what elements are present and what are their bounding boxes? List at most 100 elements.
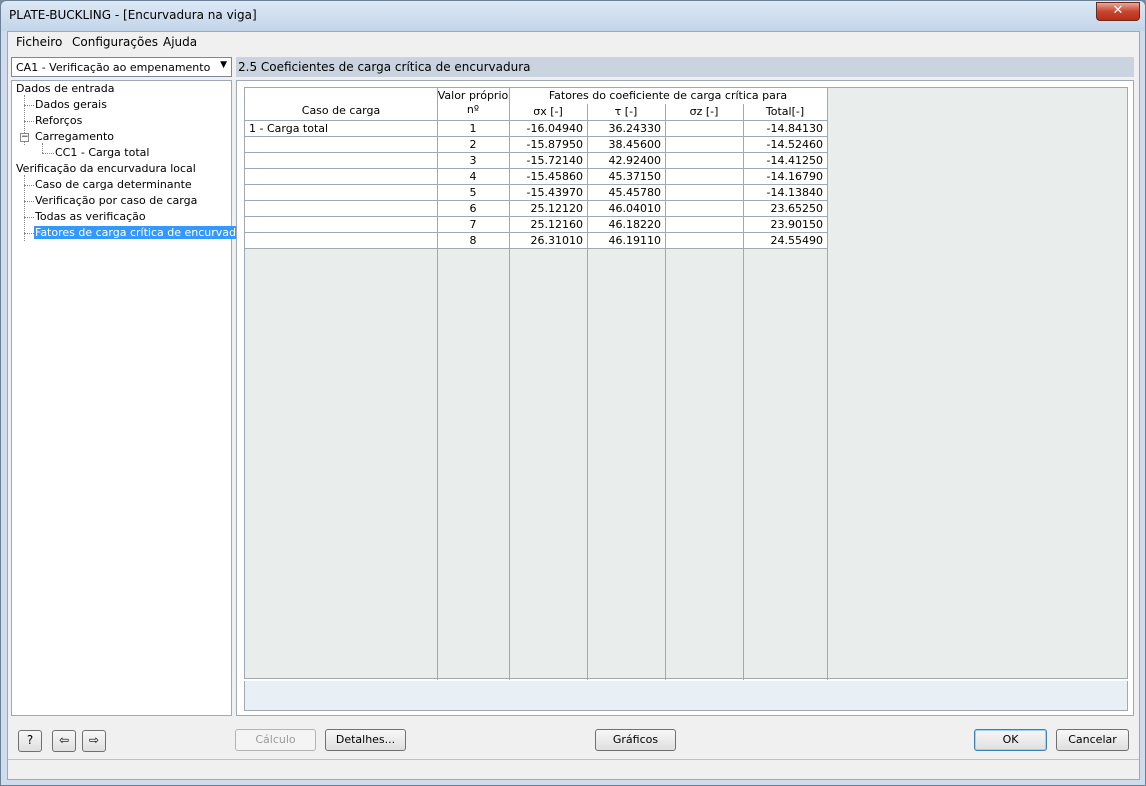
header-sigma-z: σz [-] [689, 105, 719, 118]
status-bar [8, 759, 1139, 779]
cell-total: -14.41250 [766, 154, 823, 167]
header-eigenvalue: Valor próprio [437, 89, 509, 102]
export-button[interactable]: ⇨ [82, 730, 106, 752]
case-select-value: CA1 - Verificação ao empenamento [16, 61, 211, 74]
cell-tau: 38.45600 [608, 138, 662, 151]
cell-eigen-no: 2 [469, 138, 477, 151]
cell-tau: 45.37150 [608, 170, 662, 183]
cell-eigen-no: 6 [469, 202, 477, 215]
tree-item-general-data[interactable]: Dados gerais [35, 98, 107, 111]
header-factor-group: Fatores do coeficiente de carga crítica … [548, 89, 788, 102]
window-title: PLATE-BUCKLING - [Encurvadura na viga] [9, 8, 257, 22]
table-row[interactable]: 1 - Carga total 1 -16.04940 36.24330 -14… [245, 121, 827, 137]
tree-item-all-checks[interactable]: Todas as verificação [35, 210, 146, 223]
column-divider [743, 104, 744, 680]
collapse-icon[interactable]: − [20, 133, 29, 142]
table-row[interactable]: 8 26.31010 46.19110 24.55490 [245, 233, 827, 249]
cell-sigma-x: 26.31010 [530, 234, 584, 247]
tree-item-buckling-check[interactable]: Verificação da encurvadura local [16, 162, 196, 175]
help-button[interactable]: ? [18, 730, 42, 752]
tree-guide [24, 121, 34, 122]
tree-item-lc1[interactable]: CC1 - Carga total [55, 146, 149, 159]
column-divider [665, 104, 666, 680]
header-load-case: Caso de carga [301, 104, 381, 117]
import-button[interactable]: ⇦ [52, 730, 76, 752]
table-row[interactable]: 5 -15.43970 45.45780 -14.13840 [245, 185, 827, 201]
cell-eigen-no: 3 [469, 154, 477, 167]
table-row[interactable]: 6 25.12120 46.04010 23.65250 [245, 201, 827, 217]
header-tau: τ [-] [614, 105, 638, 118]
cell-total: -14.84130 [766, 122, 823, 135]
cell-tau: 45.45780 [608, 186, 662, 199]
cell-total: 23.65250 [770, 202, 824, 215]
cell-total: -14.16790 [766, 170, 823, 183]
cell-total: 23.90150 [770, 218, 824, 231]
export-icon: ⇨ [88, 733, 100, 747]
tree-item-critical-factors[interactable]: Fatores de carga crítica de encurvadura [34, 226, 256, 239]
cell-tau: 46.19110 [608, 234, 662, 247]
header-total: Total[-] [765, 105, 805, 118]
calculation-button[interactable]: Cálculo [235, 729, 316, 751]
tree-guide [42, 153, 54, 154]
cell-sigma-x: -15.43970 [526, 186, 583, 199]
table-row[interactable]: 2 -15.87950 38.45600 -14.52460 [245, 137, 827, 153]
table-footer [244, 681, 1128, 711]
cell-sigma-x: -15.87950 [526, 138, 583, 151]
details-button[interactable]: Detalhes... [325, 729, 406, 751]
cell-eigen-no: 7 [469, 218, 477, 231]
cell-total: -14.52460 [766, 138, 823, 151]
column-divider [827, 88, 828, 680]
import-icon: ⇦ [58, 733, 70, 747]
tree-guide [24, 233, 34, 234]
cell-sigma-x: -16.04940 [526, 122, 583, 135]
tree-item-loading[interactable]: Carregamento [35, 130, 114, 143]
cell-tau: 42.92400 [608, 154, 662, 167]
cell-eigen-no: 5 [469, 186, 477, 199]
cancel-button[interactable]: Cancelar [1056, 729, 1129, 751]
tree-guide [24, 201, 34, 202]
results-panel: Caso de carga Valor próprio nº Fatores d… [236, 80, 1134, 716]
close-button[interactable]: ✕ [1096, 2, 1140, 21]
tree-item-input-data[interactable]: Dados de entrada [16, 82, 114, 95]
table-row[interactable]: 3 -15.72140 42.92400 -14.41250 [245, 153, 827, 169]
cell-tau: 46.04010 [608, 202, 662, 215]
title-bar[interactable]: PLATE-BUCKLING - [Encurvadura na viga] ✕ [1, 1, 1145, 31]
tree-item-stiffeners[interactable]: Reforços [35, 114, 82, 127]
tree-item-check-by-case[interactable]: Verificação por caso de carga [35, 194, 197, 207]
header-sigma-x: σx [-] [533, 105, 563, 118]
cell-eigen-no: 1 [469, 122, 477, 135]
column-divider [509, 88, 510, 680]
header-eigenvalue-no: nº [466, 103, 480, 116]
table-row[interactable]: 4 -15.45860 45.37150 -14.16790 [245, 169, 827, 185]
ok-button[interactable]: OK [974, 729, 1047, 751]
tree-guide [24, 217, 34, 218]
tree-guide [42, 143, 43, 153]
cell-tau: 36.24330 [608, 122, 662, 135]
tree-guide [24, 105, 34, 106]
chevron-down-icon: ▼ [220, 60, 227, 70]
menu-file[interactable]: Ficheiro [16, 35, 62, 49]
cell-eigen-no: 8 [469, 234, 477, 247]
column-divider [437, 88, 438, 680]
menu-bar: Ficheiro Configurações Ajuda [8, 32, 1139, 52]
navigation-tree: Dados de entrada Dados gerais Reforços −… [11, 80, 256, 716]
table-row[interactable]: 7 25.12160 46.18220 23.90150 [245, 217, 827, 233]
case-select[interactable]: CA1 - Verificação ao empenamento ▼ [11, 57, 232, 77]
help-icon: ? [26, 733, 34, 747]
menu-help[interactable]: Ajuda [163, 35, 197, 49]
results-table: Caso de carga Valor próprio nº Fatores d… [244, 87, 1128, 680]
main-window: PLATE-BUCKLING - [Encurvadura na viga] ✕… [0, 0, 1146, 786]
client-area: Ficheiro Configurações Ajuda CA1 - Verif… [7, 31, 1140, 780]
cell-sigma-x: 25.12120 [530, 202, 584, 215]
cell-total: -14.13840 [766, 186, 823, 199]
tree-guide [24, 185, 34, 186]
tree-item-governing-case[interactable]: Caso de carga determinante [35, 178, 192, 191]
cell-load-case: 1 - Carga total [249, 122, 329, 135]
cell-tau: 46.18220 [608, 218, 662, 231]
menu-settings[interactable]: Configurações [72, 35, 158, 49]
graphics-button[interactable]: Gráficos [595, 729, 676, 751]
section-title: 2.5 Coeficientes de carga crítica de enc… [236, 57, 1134, 77]
cell-sigma-x: -15.72140 [526, 154, 583, 167]
cell-eigen-no: 4 [469, 170, 477, 183]
column-divider [587, 104, 588, 680]
